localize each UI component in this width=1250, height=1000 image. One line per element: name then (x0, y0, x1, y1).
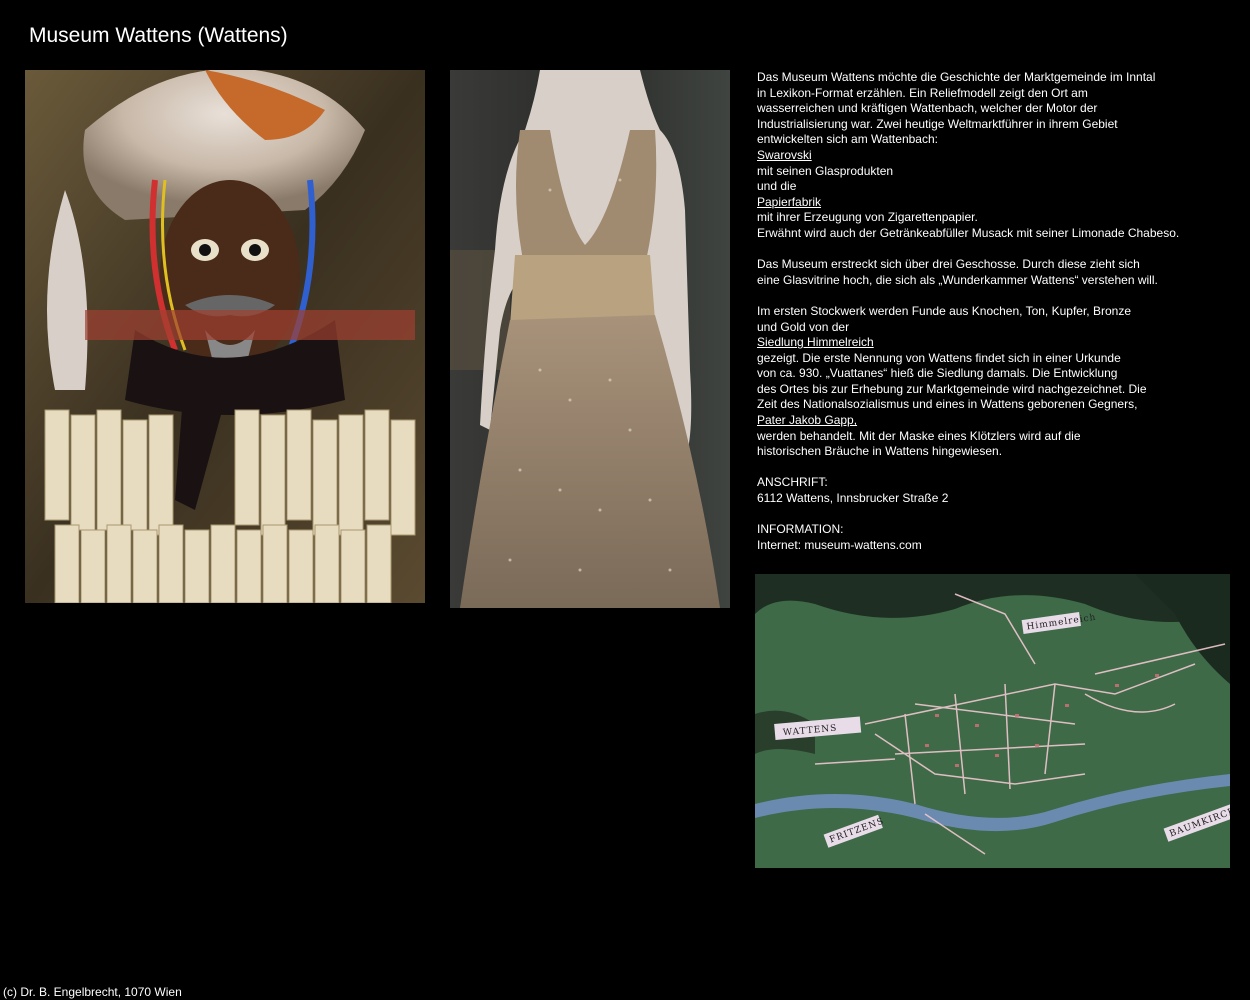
copyright-notice: (c) Dr. B. Engelbrecht, 1070 Wien (3, 985, 182, 999)
text-line: werden behandelt. Mit der Maske eines Kl… (757, 428, 1081, 443)
text-line: in Lexikon-Format erzählen. Ein Reliefmo… (757, 85, 1088, 100)
address-value: 6112 Wattens, Innsbrucker Straße 2 (757, 491, 949, 506)
text-line: eine Glasvitrine hoch, die sich als „Wun… (757, 272, 1158, 287)
address-label: ANSCHRIFT: (757, 475, 828, 490)
text-line: mit seinen Glasprodukten (757, 163, 894, 178)
text-line: des Ortes bis zur Erhebung zur Marktgeme… (757, 381, 1147, 396)
pater-jakob-gapp-link[interactable]: Pater Jakob Gapp, (757, 413, 857, 427)
text-line: Das Museum Wattens möchte die Geschichte… (757, 70, 1156, 84)
mask-costume-photo[interactable] (25, 70, 425, 603)
text-line: Industrialisierung war. Zwei heutige Wel… (757, 116, 1118, 131)
text-line: Zeit des Nationalsozialismus und eines i… (757, 397, 1138, 412)
text-line: gezeigt. Die erste Nennung von Wattens f… (757, 350, 1121, 365)
text-line: historischen Bräuche in Wattens hingewie… (757, 444, 1003, 459)
museum-description: Das Museum Wattens möchte die Geschichte… (757, 70, 1180, 553)
siedlung-himmelreich-link[interactable]: Siedlung Himmelreich (757, 335, 874, 349)
text-line: mit ihrer Erzeugung von Zigarettenpapier… (757, 210, 978, 225)
text-line: wasserreichen und kräftigen Wattenbach, … (757, 101, 1098, 116)
swarovski-link[interactable]: Swarovski (757, 148, 812, 162)
text-line: Erwähnt wird auch der Getränkeabfüller M… (757, 225, 1180, 240)
info-label: INFORMATION: (757, 522, 844, 537)
text-line: und Gold von der (757, 319, 850, 334)
relief-map-photo[interactable]: Himmelreich WATTENS FRITZENS BAUMKIRCHEN (755, 574, 1230, 868)
text-line: von ca. 930. „Vuattanes“ hieß die Siedlu… (757, 366, 1118, 381)
text-line: entwickelten sich am Wattenbach: (757, 132, 938, 147)
dress-mannequin-photo[interactable] (450, 70, 730, 608)
info-value: Internet: museum-wattens.com (757, 537, 922, 552)
text-line: und die (757, 179, 797, 194)
papierfabrik-link[interactable]: Papierfabrik (757, 195, 821, 209)
page-title: Museum Wattens (Wattens) (29, 24, 288, 47)
text-line: Im ersten Stockwerk werden Funde aus Kno… (757, 303, 1131, 318)
text-line: Das Museum erstreckt sich über drei Gesc… (757, 257, 1140, 272)
